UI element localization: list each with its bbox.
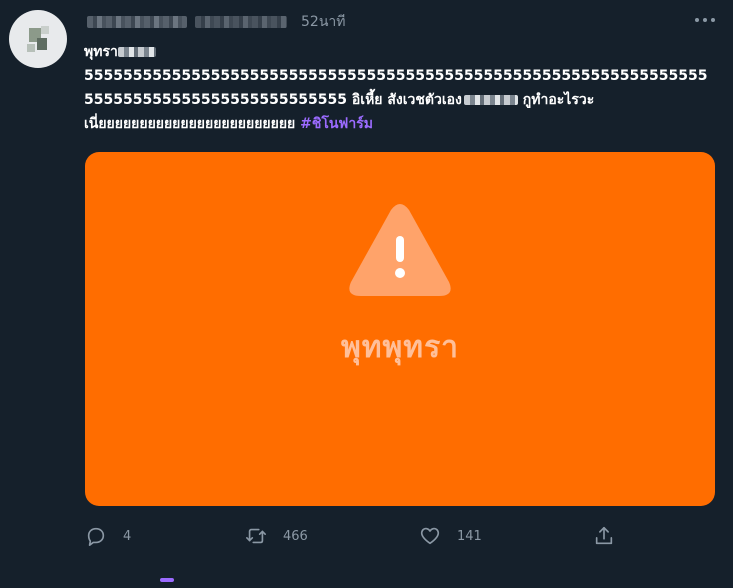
reply-button[interactable]: 4 — [85, 521, 131, 551]
warning-triangle-icon — [349, 204, 451, 296]
reply-icon — [87, 527, 105, 546]
like-button[interactable]: 141 — [419, 521, 482, 551]
text-segment: เนี่ยยยยยยยยยยยยยยยยยยยยยยยย — [84, 116, 301, 132]
timestamp[interactable]: 52นาที — [301, 11, 345, 33]
text-line-3: 555555555555555555555555555 อิเหี้ย สังเ… — [84, 88, 719, 112]
display-name-redacted[interactable] — [87, 16, 187, 28]
like-count: 141 — [457, 528, 482, 544]
retweet-count: 466 — [283, 528, 308, 544]
text-line-1: พุทรา — [84, 40, 719, 64]
retweet-button[interactable]: 466 — [245, 521, 308, 551]
tweet-actions: 4 466 141 — [85, 521, 715, 551]
text-line-2: 5555555555555555555555555555555555555555… — [84, 68, 708, 84]
reply-count: 4 — [123, 528, 132, 544]
next-tweet-fragment — [160, 578, 174, 582]
text-segment: กูทำอะไรวะ — [517, 92, 595, 108]
redacted-text — [117, 47, 156, 57]
more-options-icon[interactable] — [695, 15, 715, 25]
hashtag-link[interactable]: #ชิโนฟาร์ม — [300, 116, 373, 132]
text-segment: พุทรา — [84, 44, 118, 60]
handle-redacted[interactable] — [195, 16, 287, 28]
share-button[interactable] — [593, 521, 615, 551]
share-icon — [595, 526, 613, 545]
avatar[interactable] — [9, 10, 67, 68]
redacted-text — [463, 95, 518, 105]
tweet-text: พุทรา 5555555555555555555555555555555555… — [84, 40, 719, 136]
text-line-4: เนี่ยยยยยยยยยยยยยยยยยยยยยยยย #ชิโนฟาร์ม — [84, 112, 719, 136]
tweet-card[interactable]: 52นาที พุทรา 555555555555555555555555555… — [0, 0, 733, 588]
heart-icon — [420, 527, 440, 545]
media-image[interactable]: พุทพุทรา — [85, 152, 715, 506]
retweet-icon — [246, 528, 266, 544]
media-caption: พุทพุทรา — [340, 330, 460, 365]
text-segment: 555555555555555555555555555 อิเหี้ย สังเ… — [84, 92, 462, 108]
tweet-header: 52นาที — [87, 12, 345, 32]
